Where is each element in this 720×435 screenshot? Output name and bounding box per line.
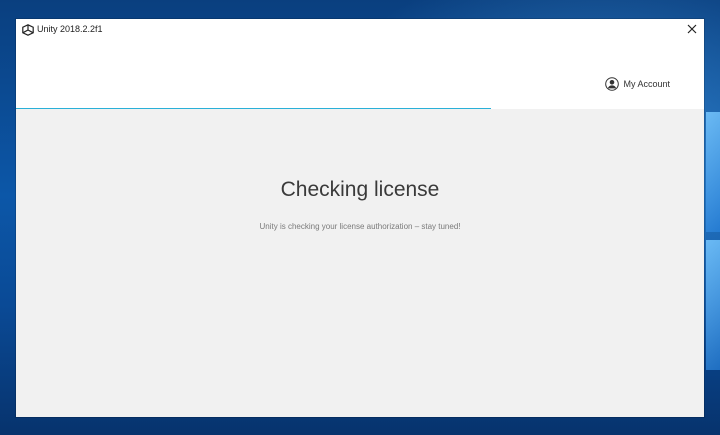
status-message: Unity is checking your license authoriza…: [259, 222, 461, 231]
my-account-button[interactable]: My Account: [605, 76, 670, 92]
unity-hub-window: Unity 2018.2.2f1 My Account Checking lic…: [16, 19, 704, 417]
close-button[interactable]: [684, 21, 700, 37]
unity-logo-icon: [22, 23, 34, 36]
title-bar[interactable]: Unity 2018.2.2f1: [16, 19, 704, 41]
main-content: Checking license Unity is checking your …: [16, 109, 704, 417]
window-header: Unity 2018.2.2f1 My Account: [16, 19, 704, 109]
windows-logo-pane: [706, 240, 720, 370]
windows-logo-pane: [706, 112, 720, 232]
close-icon: [687, 24, 697, 34]
user-circle-icon: [605, 77, 620, 91]
my-account-label: My Account: [623, 79, 670, 89]
page-title: Checking license: [280, 178, 440, 201]
window-title: Unity 2018.2.2f1: [37, 24, 103, 34]
